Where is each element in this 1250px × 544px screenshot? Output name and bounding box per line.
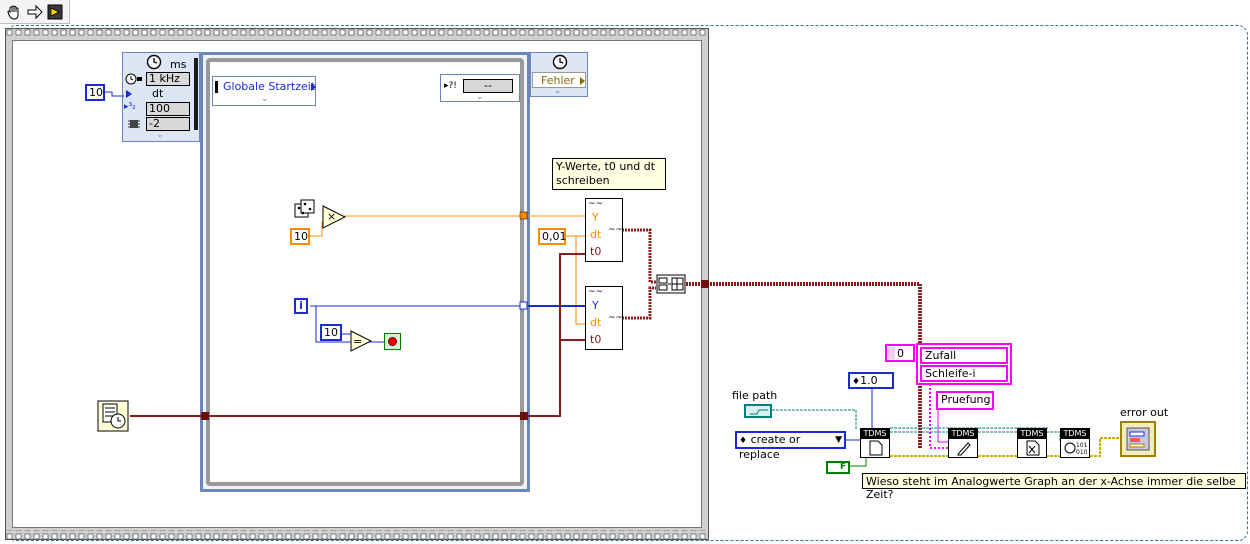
file-path-label: file path (732, 389, 778, 402)
error-out-indicator (1120, 421, 1156, 457)
wave-2-dt: dt (590, 316, 602, 329)
tdms-write-label: TDMS (949, 429, 977, 439)
stop-condition[interactable] (384, 333, 401, 350)
group-name-constant[interactable]: Pruefung (936, 391, 994, 410)
path-icon (750, 409, 768, 415)
wave-2-out: ~~ (608, 313, 624, 323)
wave-2-header: ~~ (588, 287, 604, 297)
wave-2-y: Y (592, 299, 599, 312)
channel-item-2[interactable]: Schleife-i (920, 365, 1008, 382)
pencil-icon (957, 442, 971, 456)
equal-node[interactable]: = (350, 330, 372, 352)
operation-enum[interactable]: ♦ create or replace ▼ (735, 431, 846, 461)
wires (105, 91, 1120, 467)
version-constant[interactable]: ♦1.0 (848, 372, 894, 389)
svg-text:×: × (327, 210, 336, 223)
document-icon (869, 440, 883, 456)
build-waveform-2[interactable]: ~~ Y dt t0 ~~ (585, 286, 623, 350)
svg-text:010: 010 (1076, 449, 1088, 456)
file-path-control[interactable] (744, 404, 772, 418)
write-note: Y-Werte, t0 und dt schreiben (552, 158, 666, 190)
index-arrows[interactable] (888, 347, 895, 359)
version-value: 1.0 (860, 374, 878, 387)
close-file-icon (1026, 440, 1040, 456)
compare-constant[interactable]: 10 (320, 324, 342, 341)
false-value: F (840, 462, 847, 472)
error-cluster-icon (1126, 427, 1150, 451)
get-time-icon[interactable] (97, 400, 129, 432)
tdms-close-node[interactable]: TDMS (1017, 428, 1047, 458)
index-constant[interactable]: 0 (885, 344, 915, 362)
wave-1-t0: t0 (590, 245, 602, 258)
dt-constant-wave[interactable]: 0,01 (538, 228, 567, 245)
tdms-open-label: TDMS (861, 429, 889, 439)
wave-1-y: Y (592, 211, 599, 224)
channel-item-1[interactable]: Zufall (920, 347, 1008, 364)
tdms-open-node[interactable]: TDMS (860, 428, 890, 458)
tdms-viewer-node[interactable]: TDMS 101 010 (1060, 428, 1090, 458)
channel-array[interactable]: Zufall Schleife-i (916, 343, 1012, 385)
svg-text:101: 101 (1076, 442, 1088, 449)
svg-text:=: = (353, 335, 362, 348)
false-constant[interactable]: F (826, 461, 850, 474)
multiply-node[interactable]: × (322, 205, 346, 229)
tdms-write-node[interactable]: TDMS (948, 428, 978, 458)
iteration-terminal: i (294, 298, 308, 314)
tdms-viewer-label: TDMS (1061, 429, 1089, 439)
wave-1-header: ~~ (588, 199, 604, 209)
tdms-close-label: TDMS (1018, 429, 1046, 439)
wave-1-out: ~~ (608, 225, 624, 235)
build-array-node[interactable] (656, 274, 686, 294)
wave-1-dt: dt (590, 228, 602, 241)
binary-icon: 101 010 (1064, 442, 1088, 456)
chevron-down-icon[interactable]: ▼ (835, 433, 842, 447)
stop-icon (388, 337, 397, 346)
index-value: 0 (897, 347, 904, 360)
question-note: Wieso steht im Analogwerte Graph an der … (862, 473, 1246, 501)
random-dice-icon[interactable] (294, 199, 316, 221)
error-out-label: error out (1120, 406, 1169, 419)
operation-arrows: ♦ (739, 436, 748, 446)
version-arrows: ♦ (852, 377, 861, 387)
wave-2-t0: t0 (590, 333, 602, 346)
multiply-constant[interactable]: 10 (290, 228, 310, 245)
build-waveform-1[interactable]: ~~ Y dt t0 ~~ (585, 198, 623, 262)
